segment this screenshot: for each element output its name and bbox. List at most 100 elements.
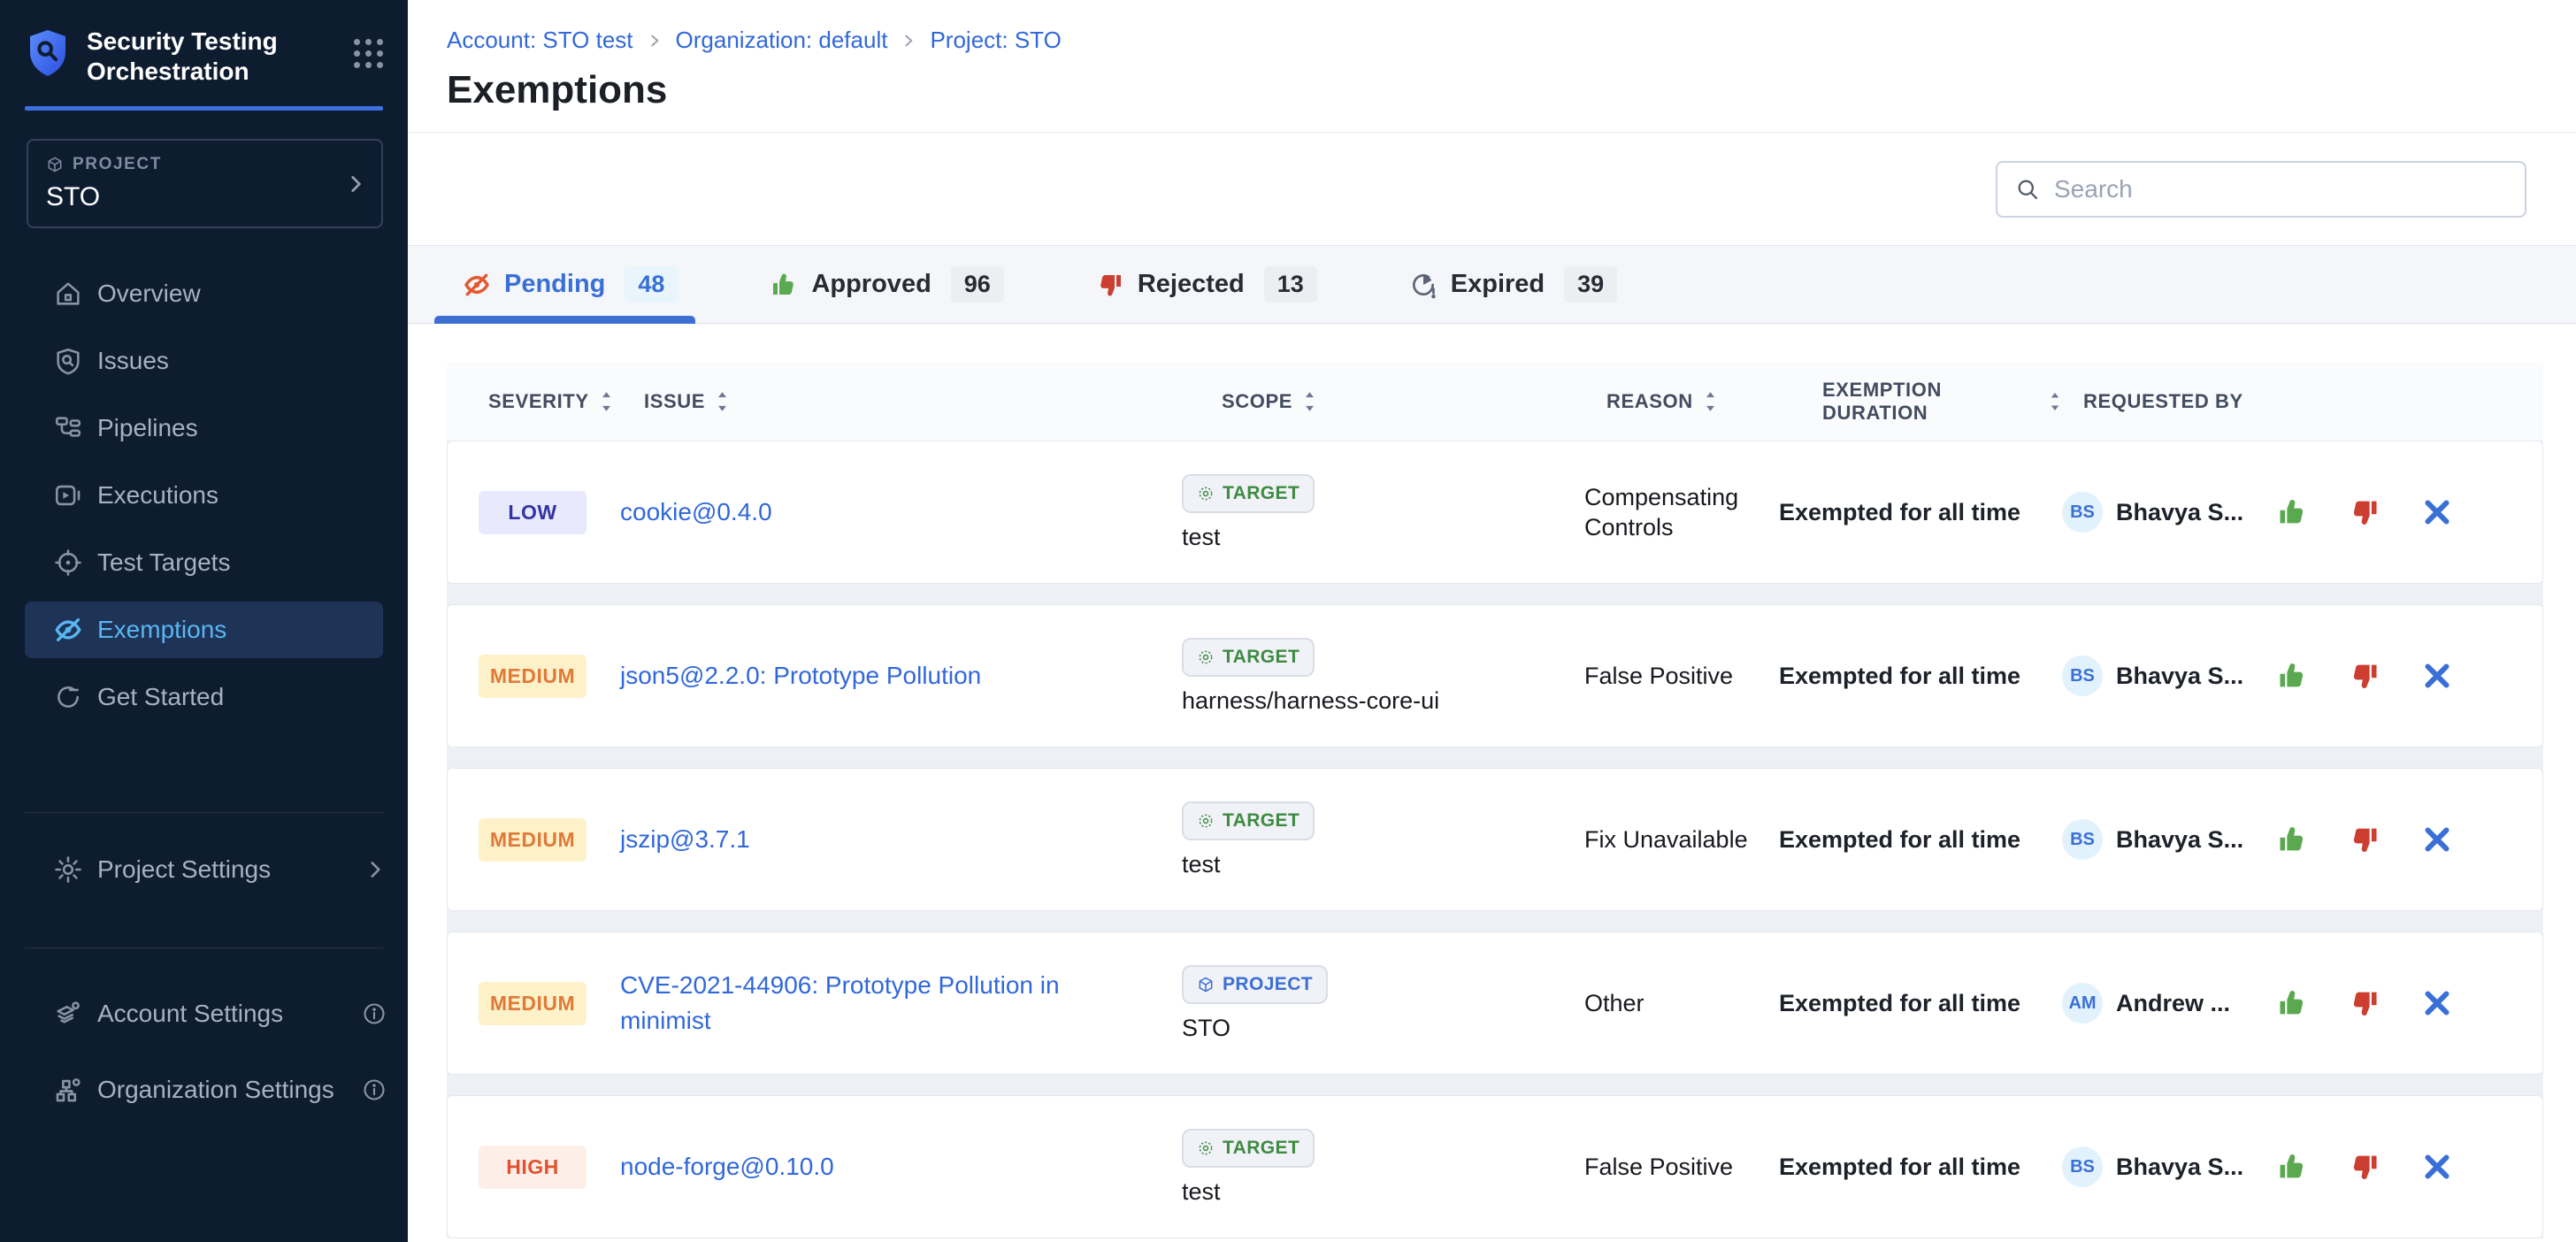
sidebar-item-label: Account Settings [97, 1000, 283, 1028]
project-selector[interactable]: PROJECT STO [27, 139, 383, 228]
project-selector-name: STO [46, 182, 364, 212]
sidebar-nav: Overview Issues Pipelines Executions [0, 260, 408, 731]
issue-link[interactable]: jszip@3.7.1 [620, 822, 750, 857]
reject-button[interactable] [2349, 660, 2380, 692]
reject-button[interactable] [2349, 824, 2380, 855]
dismiss-button[interactable] [2421, 987, 2453, 1019]
approve-button[interactable] [2276, 824, 2308, 855]
tab-label: Expired [1451, 270, 1545, 299]
cube-icon [1197, 976, 1215, 993]
scope-type-label: PROJECT [1223, 974, 1313, 995]
reason-cell: Other [1584, 988, 1766, 1018]
approve-button[interactable] [2276, 987, 2308, 1019]
column-header-severity[interactable]: SEVERITY [478, 390, 619, 413]
cube-icon [46, 156, 64, 173]
sort-icon [1303, 391, 1316, 412]
avatar: BS [2062, 819, 2103, 860]
sidebar-item-exemptions[interactable]: Exemptions [25, 602, 383, 658]
issue-link[interactable]: CVE-2021-44906: Prototype Pollution in m… [620, 968, 1133, 1039]
sidebar-item-label: Organization Settings [97, 1076, 334, 1104]
requester-name: Bhavya S... [2116, 1154, 2243, 1181]
search-input[interactable] [2054, 175, 2507, 203]
sidebar-item-label: Get Started [97, 683, 224, 711]
scope-name: test [1182, 1178, 1221, 1206]
tab-approved[interactable]: Approved 96 [770, 246, 1003, 323]
search-icon [2015, 177, 2040, 202]
sidebar-item-account-settings[interactable]: Account Settings [0, 980, 408, 1047]
sidebar-item-label: Project Settings [97, 855, 271, 884]
exemptions-table: SEVERITY ISSUE SCOPE REASON EXEMPTION DU… [447, 363, 2543, 1238]
sidebar-item-issues[interactable]: Issues [0, 327, 408, 395]
column-header-scope[interactable]: SCOPE [1181, 390, 1583, 413]
tab-expired[interactable]: Expired 39 [1409, 246, 1617, 323]
chevron-right-icon [344, 172, 367, 196]
brand-accent-bar [25, 106, 383, 111]
severity-badge: MEDIUM [479, 655, 586, 698]
sidebar-item-label: Test Targets [97, 548, 230, 577]
dismiss-button[interactable] [2421, 496, 2453, 528]
reject-button[interactable] [2349, 496, 2380, 528]
chevron-right-icon [901, 34, 916, 48]
scope-type-label: TARGET [1223, 647, 1300, 668]
scope-type-label: TARGET [1223, 483, 1300, 504]
eye-off-icon [53, 615, 83, 645]
dismiss-button[interactable] [2421, 824, 2453, 855]
sidebar-item-label: Exemptions [97, 616, 226, 644]
scope-name: harness/harness-core-ui [1182, 687, 1439, 715]
sidebar-item-overview[interactable]: Overview [0, 260, 408, 327]
approve-button[interactable] [2276, 1151, 2308, 1183]
page-header: Account: STO test Organization: default … [408, 0, 2576, 112]
info-icon[interactable] [362, 1077, 387, 1102]
requester-name: Bhavya S... [2116, 826, 2243, 854]
breadcrumb-project[interactable]: Project: STO [930, 27, 1061, 54]
scope-badge: PROJECT [1182, 965, 1328, 1004]
page-title: Exemptions [447, 68, 2576, 112]
org-tree-gear-icon [53, 1075, 83, 1105]
dismiss-button[interactable] [2421, 660, 2453, 692]
column-header-exemption-duration[interactable]: EXEMPTION DURATION [1778, 379, 2061, 425]
reject-button[interactable] [2349, 987, 2380, 1019]
info-icon[interactable] [362, 1001, 387, 1026]
tab-label: Approved [811, 270, 931, 299]
eye-off-icon [463, 271, 491, 299]
target-icon [1197, 485, 1215, 502]
breadcrumb-account[interactable]: Account: STO test [447, 27, 633, 54]
tab-label: Pending [504, 270, 605, 299]
sidebar-divider [25, 812, 383, 813]
sidebar-item-label: Pipelines [97, 414, 198, 442]
approve-button[interactable] [2276, 660, 2308, 692]
duration-cell: Exempted for all time [1779, 1154, 2062, 1181]
sidebar-item-project-settings[interactable]: Project Settings [0, 836, 408, 903]
dismiss-button[interactable] [2421, 1151, 2453, 1183]
sidebar-item-executions[interactable]: Executions [0, 462, 408, 529]
app-grid-icon[interactable] [354, 39, 383, 68]
requester-name: Bhavya S... [2116, 499, 2243, 526]
sidebar-item-organization-settings[interactable]: Organization Settings [0, 1056, 408, 1123]
tab-pending[interactable]: Pending 48 [463, 246, 678, 323]
avatar: AM [2062, 983, 2103, 1024]
issue-link[interactable]: cookie@0.4.0 [620, 494, 772, 530]
scope-badge: TARGET [1182, 801, 1315, 840]
reason-cell: False Positive [1584, 661, 1766, 691]
shield-search-icon [53, 346, 83, 376]
sort-icon [1704, 391, 1717, 412]
approve-button[interactable] [2276, 496, 2308, 528]
issue-link[interactable]: node-forge@0.10.0 [620, 1149, 834, 1184]
tab-count-badge: 96 [951, 266, 1004, 303]
sidebar-item-test-targets[interactable]: Test Targets [0, 529, 408, 596]
column-header-reason[interactable]: REASON [1583, 390, 1778, 413]
executions-icon [53, 480, 83, 510]
reject-button[interactable] [2349, 1151, 2380, 1183]
main-content: Account: STO test Organization: default … [408, 0, 2576, 1242]
breadcrumb-organization[interactable]: Organization: default [676, 27, 888, 54]
sidebar-item-pipelines[interactable]: Pipelines [0, 395, 408, 462]
table-row: MEDIUM jszip@3.7.1 TARGET test Fix Unava… [447, 768, 2543, 911]
issue-link[interactable]: json5@2.2.0: Prototype Pollution [620, 658, 981, 694]
sidebar-item-label: Issues [97, 347, 169, 375]
sidebar: Security Testing Orchestration PROJECT S… [0, 0, 408, 1242]
tab-rejected[interactable]: Rejected 13 [1096, 246, 1317, 323]
column-header-issue[interactable]: ISSUE [619, 390, 1181, 413]
severity-badge: MEDIUM [479, 818, 586, 862]
sidebar-item-get-started[interactable]: Get Started [0, 663, 408, 731]
scope-type-label: TARGET [1223, 810, 1300, 832]
